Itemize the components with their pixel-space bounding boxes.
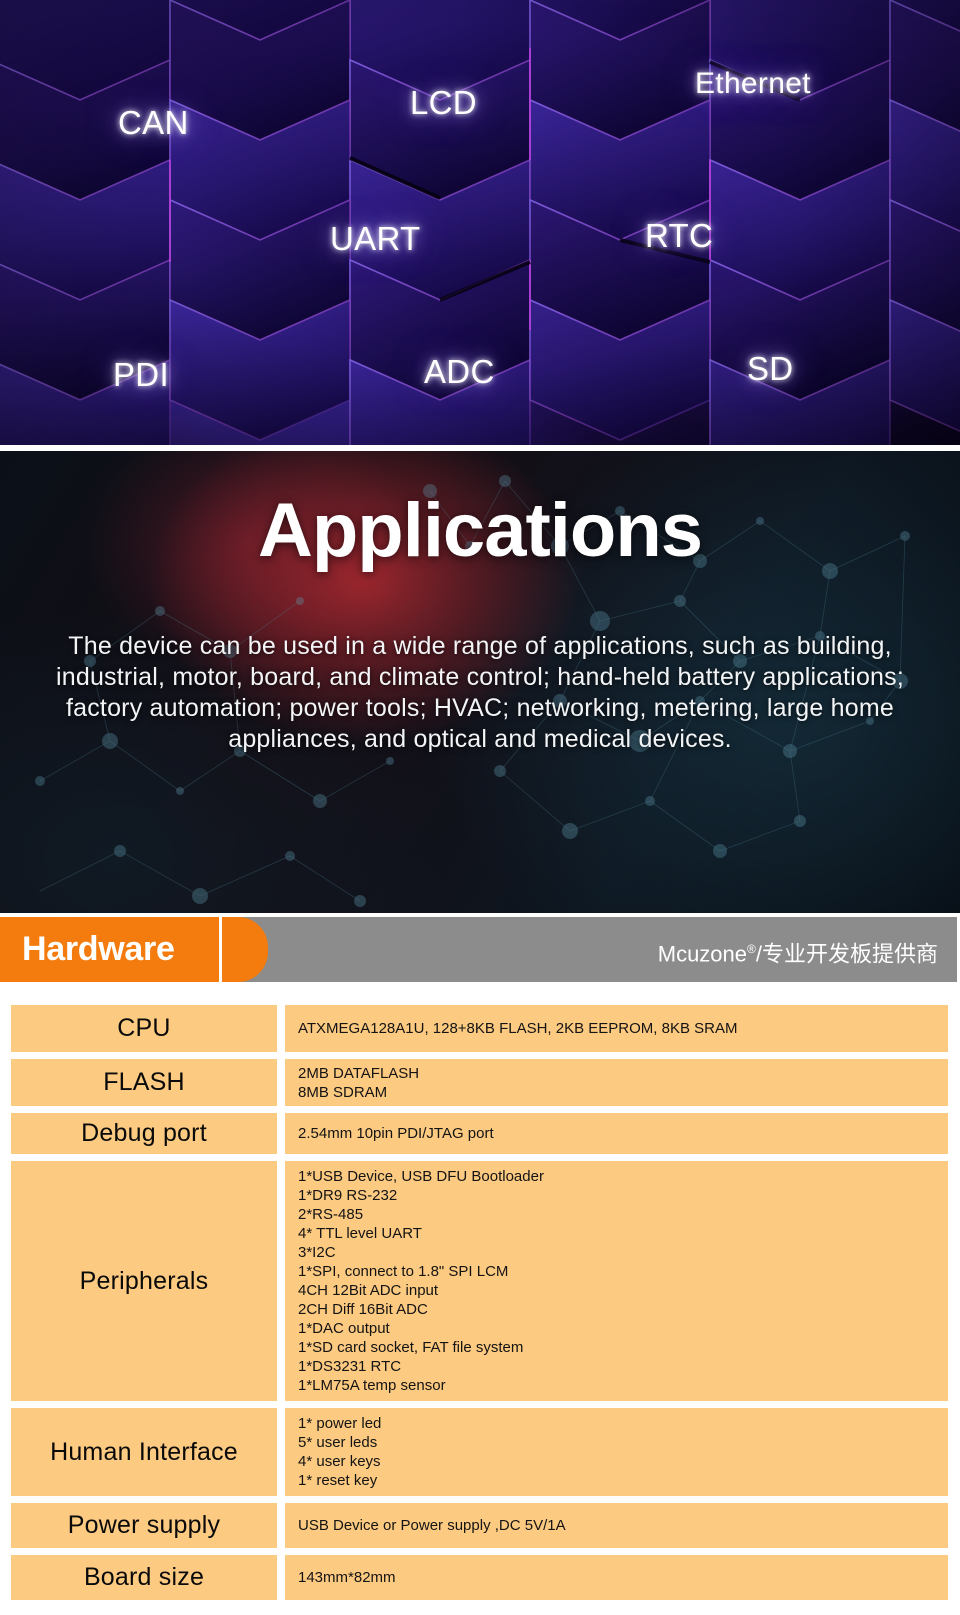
spec-label-cell: Debug port — [11, 1113, 277, 1154]
brand-suffix: /专业开发板提供商 — [755, 941, 938, 967]
spec-label-cell: CPU — [11, 1005, 277, 1052]
spec-value-line: 1*DAC output — [298, 1320, 390, 1337]
table-row: CPU ATXMEGA128A1U, 128+8KB FLASH, 2KB EEP… — [0, 1005, 960, 1052]
spec-value-line: 2.54mm 10pin PDI/JTAG port — [298, 1125, 494, 1142]
spec-value-line: 1*DS3231 RTC — [298, 1358, 402, 1375]
table-row: Peripherals 1*USB Device, USB DFU Bootloa… — [0, 1161, 960, 1401]
hardware-title: Hardware — [22, 930, 175, 968]
brand-label: Mcuzone®/专业开发板提供商 — [658, 935, 938, 968]
hardware-header: Hardware Mcuzone®/专业开发板提供商 — [0, 913, 960, 986]
spec-value-cell: 1*USB Device, USB DFU Bootloader 1*DR9 RS… — [285, 1161, 948, 1401]
spec-value-cell: 2MB DATAFLASH 8MB SDRAM — [285, 1059, 948, 1106]
hex-label-pdi: PDI — [113, 356, 169, 393]
spec-label-cell: Human Interface — [11, 1408, 277, 1496]
spec-value-line: 1*SPI, connect to 1.8" SPI LCM — [298, 1263, 509, 1280]
applications-description: The device can be used in a wide range o… — [55, 632, 904, 753]
spec-value-line: 1*SD card socket, FAT file system — [298, 1339, 524, 1356]
hex-label-adc: ADC — [424, 353, 495, 390]
spec-value-cell: 1* power led 5* user leds 4* user keys 1* r… — [285, 1408, 948, 1496]
spec-value-line: USB Device or Power supply ,DC 5V/1A — [298, 1517, 566, 1534]
hex-label-can: CAN — [118, 104, 189, 141]
spec-value-cell: 2.54mm 10pin PDI/JTAG port — [285, 1113, 948, 1154]
spec-value-line: 1*USB Device, USB DFU Bootloader — [298, 1168, 544, 1185]
spec-label-cell: Power supply — [11, 1503, 277, 1548]
table-row: FLASH 2MB DATAFLASH 8MB SDRAM — [0, 1059, 960, 1106]
spec-value-line: 1*LM75A temp sensor — [298, 1377, 446, 1394]
spec-value-line: 2CH Diff 16Bit ADC — [298, 1301, 428, 1318]
spec-value-line: 2*RS-485 — [298, 1206, 364, 1223]
spec-value-cell: USB Device or Power supply ,DC 5V/1A — [285, 1503, 948, 1548]
spec-value-line: 5* user leds — [298, 1434, 378, 1451]
hardware-tab-divider — [219, 917, 222, 982]
hex-label-lcd: LCD — [410, 84, 477, 121]
spec-value-line: 8MB SDRAM — [298, 1083, 388, 1101]
registered-mark-icon: ® — [747, 942, 756, 956]
spec-value-line: 143mm*82mm — [298, 1569, 396, 1586]
spec-label-cell: FLASH — [11, 1059, 277, 1106]
table-row: Board size 143mm*82mm — [0, 1555, 960, 1600]
spec-label-cell: Board size — [11, 1555, 277, 1600]
hex-label-rtc: RTC — [645, 217, 714, 254]
spec-value-line: 4* user keys — [298, 1453, 381, 1470]
spec-value-line: 1*DR9 RS-232 — [298, 1187, 398, 1204]
applications-title: Applications — [257, 488, 703, 573]
spec-value-cell: ATXMEGA128A1U, 128+8KB FLASH, 2KB EEPROM… — [285, 1005, 948, 1052]
hex-label-sd: SD — [747, 350, 794, 387]
spec-value-line: ATXMEGA128A1U, 128+8KB FLASH, 2KB EEPROM… — [298, 1020, 738, 1037]
spec-value-line: 2MB DATAFLASH — [298, 1064, 420, 1082]
table-row: Human Interface 1* power led 5* user leds 4… — [0, 1408, 960, 1496]
spec-value-line: 1* power led — [298, 1415, 382, 1432]
hex-label-ethernet: Ethernet — [695, 67, 811, 100]
hardware-spec-table: CPU ATXMEGA128A1U, 128+8KB FLASH, 2KB EEP… — [0, 986, 960, 1600]
hex-label-uart: UART — [330, 220, 421, 257]
spec-label-cell: Peripherals — [11, 1161, 277, 1401]
spec-value-line: 4CH 12Bit ADC input — [298, 1282, 439, 1299]
spec-value-line: 4* TTL level UART — [298, 1225, 422, 1242]
spec-value-cell: 143mm*82mm — [285, 1555, 948, 1600]
brand-prefix: Mcuzone — [657, 941, 748, 967]
spec-value-line: 1* reset key — [298, 1472, 378, 1489]
table-row: Power supply USB Device or Power supply ,… — [0, 1503, 960, 1548]
hex-peripheral-banner: CAN LCD Ethernet UART RTC PDI ADC SD — [0, 0, 960, 445]
spec-value-line: 3*I2C — [298, 1244, 336, 1261]
table-row: Debug port 2.54mm 10pin PDI/JTAG port — [0, 1113, 960, 1154]
applications-section: Applications The device can be used in a… — [0, 451, 960, 913]
